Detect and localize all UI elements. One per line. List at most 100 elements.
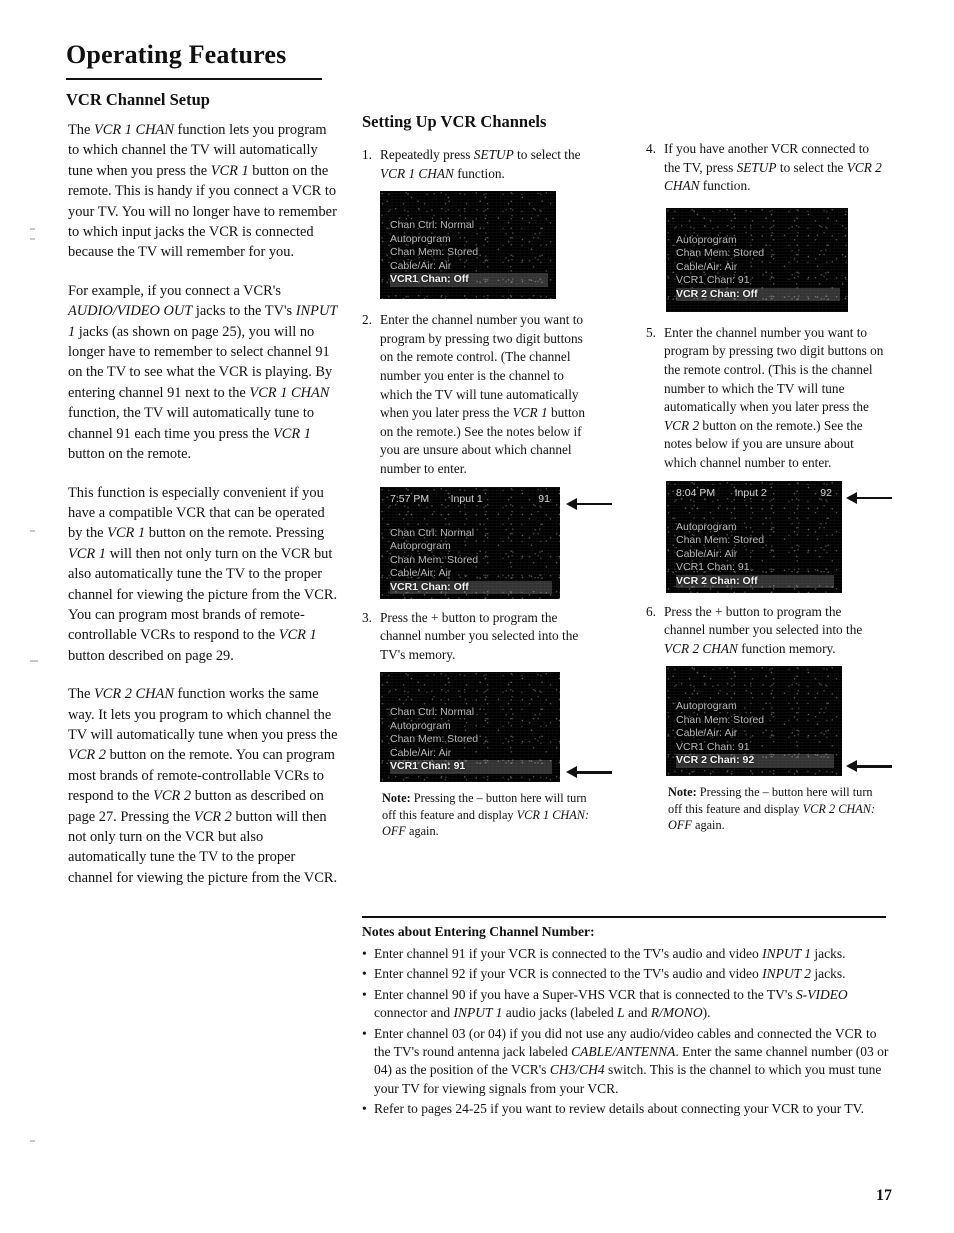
document-page: Operating Features VCR Channel Setup The… xyxy=(0,0,954,1233)
osd-channel-number: 91 xyxy=(538,492,550,505)
screen-step2: 7:57 PM Input 1 91 Chan Ctrl: Normal Aut… xyxy=(380,486,560,599)
step-5: 5. Enter the channel number you want to … xyxy=(646,324,886,473)
osd-line: Cable/Air: Air xyxy=(676,547,738,560)
step-4: 4. If you have another VCR connected to … xyxy=(646,140,886,196)
step-number: 5. xyxy=(646,324,656,340)
margin-mark xyxy=(30,228,35,230)
osd-line: Chan Mem: Stored xyxy=(676,534,765,547)
osd-clock: 8:04 PM xyxy=(676,486,716,499)
osd-line: VCR1 Chan: 91 xyxy=(676,561,750,574)
left-column: VCR Channel Setup The VCR 1 CHAN functio… xyxy=(66,90,338,906)
note-bullet: • Enter channel 03 (or 04) if you did no… xyxy=(362,1025,890,1099)
body-paragraph-2: For example, if you connect a VCR's AUDI… xyxy=(68,282,338,463)
note-bullet: • Refer to pages 24-25 if you want to re… xyxy=(362,1100,890,1118)
osd-line: Chan Ctrl: Normal xyxy=(390,219,475,232)
osd-line-highlighted: VCR1 Chan: Off xyxy=(390,580,552,595)
step-text: If you have another VCR connected to the… xyxy=(664,141,882,194)
osd-line: VCR1 Chan: 91 xyxy=(676,740,750,753)
osd-status-bar: 8:04 PM Input 2 92 xyxy=(676,487,832,499)
bullet-marker: • xyxy=(362,946,367,961)
step-2: 2. Enter the channel number you want to … xyxy=(362,311,590,478)
step-3: 3. Press the + button to program the cha… xyxy=(362,609,590,665)
osd-line: Cable/Air: Air xyxy=(390,746,452,759)
osd-menu: Autoprogram Chan Mem: Stored Cable/Air: … xyxy=(676,521,834,589)
arrow-shaft xyxy=(574,771,612,774)
osd-line: Cable/Air: Air xyxy=(390,567,452,580)
note-bullet-text: Enter channel 92 if your VCR is connecte… xyxy=(374,966,846,982)
margin-mark xyxy=(30,530,35,532)
callout-arrow xyxy=(566,497,612,511)
step-number: 1. xyxy=(362,147,372,162)
title-divider xyxy=(66,78,322,80)
page-title: Operating Features xyxy=(66,40,287,69)
osd-line: Autoprogram xyxy=(390,540,451,553)
osd-input-label: Input 1 xyxy=(450,492,483,505)
note-tail: again. xyxy=(405,824,439,839)
osd-line: Chan Ctrl: Normal xyxy=(390,706,475,719)
screen-step5: 8:04 PM Input 2 92 Autoprogram Chan Mem:… xyxy=(666,480,842,593)
osd-menu: Chan Ctrl: Normal Autoprogram Chan Mem: … xyxy=(390,706,552,774)
arrow-head xyxy=(846,760,857,773)
arrow-shaft xyxy=(574,502,612,505)
callout-arrow xyxy=(846,491,892,505)
screen-step4: Autoprogram Chan Mem: Stored Cable/Air: … xyxy=(666,207,848,312)
osd-line: Autoprogram xyxy=(676,700,737,713)
osd-menu: Autoprogram Chan Mem: Stored Cable/Air: … xyxy=(676,234,840,302)
bullet-marker: • xyxy=(362,1101,367,1117)
osd-menu: Autoprogram Chan Mem: Stored Cable/Air: … xyxy=(676,700,834,768)
osd-line-highlighted: VCR 2 Chan: Off xyxy=(676,287,840,302)
screen-step6: Autoprogram Chan Mem: Stored Cable/Air: … xyxy=(666,666,842,777)
margin-mark xyxy=(30,238,35,240)
margin-mark xyxy=(30,1140,35,1142)
note-bullet-text: Enter channel 03 (or 04) if you did not … xyxy=(374,1025,889,1096)
note-bullet: • Enter channel 92 if your VCR is connec… xyxy=(362,965,890,983)
osd-channel-number: 92 xyxy=(820,486,832,499)
osd-line: Cable/Air: Air xyxy=(676,727,738,740)
note-bullet-text: Enter channel 90 if you have a Super-VHS… xyxy=(374,986,848,1021)
page-number: 17 xyxy=(876,1187,892,1204)
step-text: Enter the channel number you want to pro… xyxy=(380,312,585,476)
arrow-head xyxy=(566,497,577,510)
screen-step1: Chan Ctrl: Normal Autoprogram Chan Mem: … xyxy=(380,191,556,300)
osd-menu: Chan Ctrl: Normal Autoprogram Chan Mem: … xyxy=(390,527,552,595)
step-number: 2. xyxy=(362,312,372,328)
osd-clock: 7:57 PM xyxy=(390,492,430,505)
bullet-marker: • xyxy=(362,986,367,1002)
osd-line: Chan Mem: Stored xyxy=(390,246,479,259)
step-text: Enter the channel number you want to pro… xyxy=(664,324,884,470)
callout-arrow xyxy=(566,765,612,779)
note-bullet-text: Enter channel 91 if your VCR is connecte… xyxy=(374,946,846,961)
osd-menu: Chan Ctrl: Normal Autoprogram Chan Mem: … xyxy=(390,219,548,287)
notes-divider xyxy=(362,916,886,918)
osd-line-highlighted: VCR1 Chan: Off xyxy=(390,273,548,287)
right-column: 4. If you have another VCR connected to … xyxy=(646,140,892,834)
osd-line: Cable/Air: Air xyxy=(676,260,738,273)
osd-line-highlighted: VCR1 Chan: 91 xyxy=(390,760,552,774)
bullet-marker: • xyxy=(362,966,367,982)
step-1: 1. Repeatedly press SETUP to select the … xyxy=(362,146,590,183)
body-paragraph-1: The VCR 1 CHAN function lets you program… xyxy=(68,122,337,261)
osd-line: Autoprogram xyxy=(390,232,451,245)
arrow-head xyxy=(566,766,577,779)
osd-line: Chan Ctrl: Normal xyxy=(390,526,475,539)
osd-line-highlighted: VCR 2 Chan: Off xyxy=(676,574,834,589)
step-6: 6. Press the + button to program the cha… xyxy=(646,603,886,659)
middle-column: Setting Up VCR Channels 1. Repeatedly pr… xyxy=(362,112,612,840)
step-text: Press the + button to program the channe… xyxy=(380,609,579,662)
note-bullet: • Enter channel 90 if you have a Super-V… xyxy=(362,986,890,1023)
note-bullet-text: Refer to pages 24-25 if you want to revi… xyxy=(374,1101,865,1117)
bullet-marker: • xyxy=(362,1025,367,1041)
notes-title: Notes about Entering Channel Number: xyxy=(362,924,595,939)
callout-arrow xyxy=(846,759,892,773)
screen-step3: Chan Ctrl: Normal Autoprogram Chan Mem: … xyxy=(380,672,560,783)
note-vcr1: Note: Pressing the – button here will tu… xyxy=(380,790,590,840)
step-text: Press the + button to program the channe… xyxy=(664,603,863,656)
osd-line: VCR1 Chan: 91 xyxy=(676,274,750,287)
note-bullet: • Enter channel 91 if your VCR is connec… xyxy=(362,945,890,963)
arrow-shaft xyxy=(854,496,892,499)
osd-line: Autoprogram xyxy=(390,719,451,732)
step-number: 6. xyxy=(646,603,656,619)
osd-line-highlighted: VCR 2 Chan: 92 xyxy=(676,754,834,768)
arrow-shaft xyxy=(854,765,892,768)
arrow-head xyxy=(846,491,857,504)
